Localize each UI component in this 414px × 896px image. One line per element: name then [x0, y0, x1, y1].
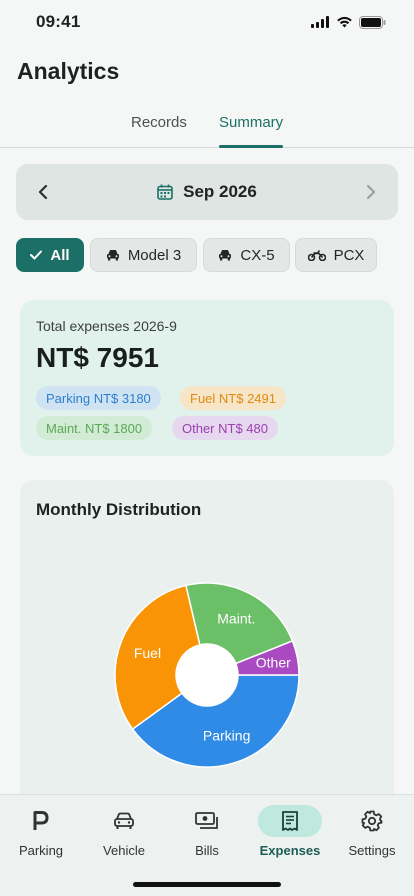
car-icon — [219, 250, 232, 261]
calendar-icon — [157, 184, 173, 200]
car-icon — [114, 812, 134, 829]
nav-label: Parking — [18, 843, 64, 858]
tab-bar: Records Summary — [0, 104, 414, 148]
parking-expense-tag: Parking NT$ 3180 — [36, 386, 161, 410]
fuel-expense-tag: Fuel NT$ 2491 — [180, 386, 286, 410]
nav-icon-container — [258, 805, 322, 837]
filter-chip-label: Model 3 — [127, 246, 182, 264]
nav-icon-container — [340, 805, 404, 837]
pie-label-maint: Maint. — [217, 611, 255, 627]
wifi-icon — [337, 16, 352, 28]
receipt-icon — [282, 811, 298, 831]
battery-icon — [359, 15, 386, 29]
total-expenses-value: NT$ 7951 — [36, 342, 159, 373]
month-display[interactable]: Sep 2026 — [157, 182, 257, 202]
nav-icon-container — [9, 805, 73, 837]
filter-chip-model-3[interactable]: Model 3 — [90, 238, 197, 272]
status-bar: 09:41 — [0, 0, 414, 44]
donut-hole — [176, 644, 238, 706]
other-expense-tag: Other NT$ 480 — [172, 416, 278, 440]
nav-label: Expenses — [259, 843, 321, 858]
filter-chip-pcx[interactable]: PCX — [295, 238, 377, 272]
previous-month-button[interactable] — [32, 180, 56, 204]
total-expenses-label: Total expenses 2026-9 — [36, 318, 177, 334]
pie-label-fuel: Fuel — [134, 645, 161, 661]
filter-chip-cx-5[interactable]: CX-5 — [203, 238, 290, 272]
status-time: 09:41 — [36, 12, 81, 31]
nav-item-expenses[interactable]: Expenses — [250, 805, 330, 865]
chevron-left-icon — [38, 185, 48, 199]
status-icons — [311, 15, 386, 29]
tab-records[interactable]: Records — [131, 114, 187, 131]
filter-chip-label: CX-5 — [240, 246, 275, 264]
tab-summary[interactable]: Summary — [219, 114, 283, 131]
nav-item-vehicle[interactable]: Vehicle — [84, 805, 164, 865]
signal-icon — [311, 16, 329, 28]
bills-icon — [195, 812, 218, 829]
pie-label-parking: Parking — [203, 727, 250, 743]
donut-chart: Parking Fuel Maint. Other — [114, 582, 300, 768]
home-indicator — [133, 882, 281, 887]
nav-item-settings[interactable]: Settings — [332, 805, 412, 865]
car-icon — [106, 250, 119, 261]
gear-icon — [361, 810, 383, 832]
nav-label: Settings — [348, 843, 396, 858]
bottom-navigation: Parking Vehicle Bills Expenses Settings — [0, 794, 414, 896]
total-expenses-card: Total expenses 2026-9 NT$ 7951 Parking N… — [20, 300, 394, 456]
nav-label: Bills — [195, 843, 219, 858]
month-selector: Sep 2026 — [16, 164, 398, 220]
parking-icon — [33, 811, 49, 830]
nav-label: Vehicle — [103, 843, 145, 858]
nav-item-parking[interactable]: Parking — [1, 805, 81, 865]
chevron-right-icon — [366, 185, 376, 199]
filter-chip-label: All — [50, 246, 70, 264]
pie-label-other: Other — [256, 654, 291, 670]
month-label: Sep 2026 — [183, 182, 257, 201]
next-month-button[interactable] — [358, 180, 382, 204]
maintenance-expense-tag: Maint. NT$ 1800 — [36, 416, 153, 440]
tab-indicator — [219, 145, 283, 148]
monthly-distribution-card: Monthly Distribution Parking Fuel Maint. Ot… — [20, 480, 394, 810]
filter-chip-label: PCX — [333, 246, 365, 264]
nav-item-bills[interactable]: Bills — [167, 805, 247, 865]
filter-chip-all[interactable]: All — [16, 238, 84, 272]
motorcycle-icon — [307, 249, 326, 261]
nav-icon-container — [92, 805, 156, 837]
nav-icon-container — [175, 805, 239, 837]
check-icon — [30, 250, 43, 260]
page-title: Analytics — [17, 58, 120, 84]
